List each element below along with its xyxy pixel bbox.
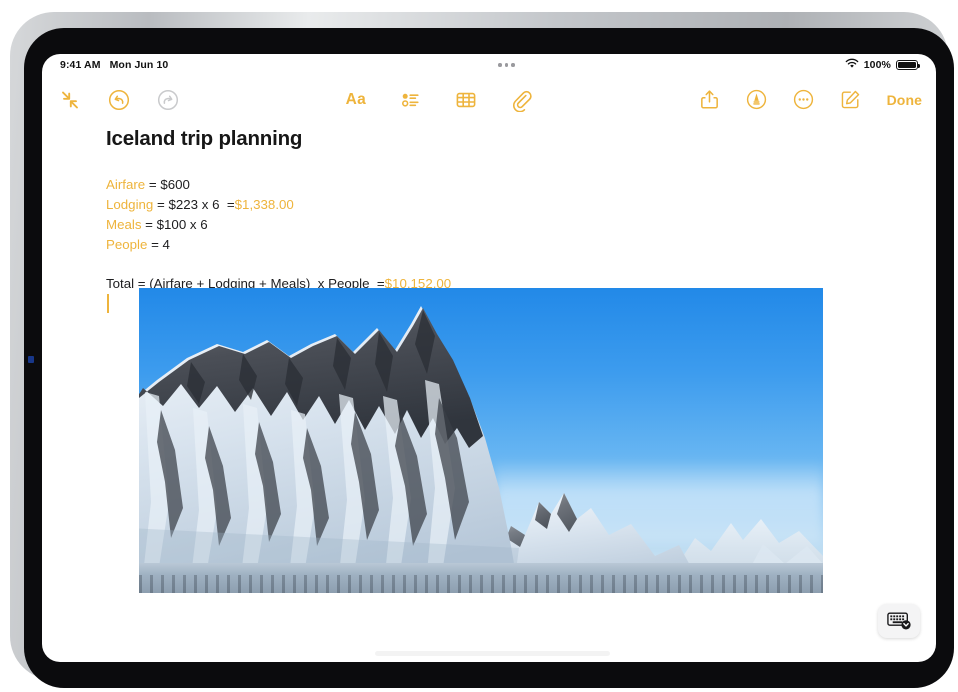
toolbar-left-group [56,86,181,113]
calc-var-name: Airfare [106,177,146,192]
status-bar-right: 100% [845,58,921,72]
ipad-screen: 9:41 AM Mon Jun 10 100% Aa Done Iceland … [42,54,936,662]
status-time: 9:41 AM [60,59,101,71]
calc-line-people[interactable]: People = 4 [106,235,872,255]
toolbar-center-group: Aa [181,86,696,113]
ipad-device-frame: 9:41 AM Mon Jun 10 100% Aa Done Iceland … [10,12,954,688]
toolbar-right-group: Done [696,86,922,113]
calc-line-lodging[interactable]: Lodging = $223 x 6 =$1,338.00 [106,195,872,215]
markup-pen-icon[interactable] [743,86,770,113]
status-bar: 9:41 AM Mon Jun 10 100% [42,54,936,76]
more-ellipsis-icon[interactable] [790,86,817,113]
calc-var-name: People [106,237,148,252]
keyboard-dismiss-icon[interactable] [878,604,920,638]
checklist-icon[interactable] [397,86,424,113]
photo-foreground-rocks [139,574,823,593]
collapse-icon[interactable] [56,86,83,113]
calc-var-name: Meals [106,217,142,232]
bezel-artifact-mark [28,356,34,363]
redo-icon [154,86,181,113]
calc-expression: = $223 x 6 = [153,197,235,212]
share-icon[interactable] [696,86,723,113]
calc-expression: = $100 x 6 [141,217,208,232]
done-button[interactable]: Done [884,92,922,108]
note-photo-attachment[interactable] [139,288,823,593]
undo-icon[interactable] [105,86,132,113]
home-indicator[interactable] [375,651,610,656]
note-title[interactable]: Iceland trip planning [106,127,872,151]
calc-var-name: Lodging [106,197,154,212]
format-text-label: Aa [345,90,366,108]
calc-result: $1,338.00 [234,197,294,212]
table-icon[interactable] [452,86,479,113]
battery-percent-label: 100% [863,59,891,71]
calc-line-meals[interactable]: Meals = $100 x 6 [106,215,872,235]
photo-canvas [139,288,823,593]
battery-full-icon [896,59,921,71]
format-text-icon[interactable]: Aa [342,86,369,113]
text-cursor [107,294,109,313]
notes-toolbar: Aa Done [42,76,936,123]
calculation-block[interactable]: Airfare = $600 Lodging = $223 x 6 =$1,33… [106,175,872,255]
status-bar-left: 9:41 AM Mon Jun 10 [60,59,168,71]
multitasking-dots-icon[interactable] [498,63,515,67]
calc-line-airfare[interactable]: Airfare = $600 [106,175,872,195]
calc-expression: = 4 [147,237,170,252]
status-bar-center [168,63,844,67]
compose-icon[interactable] [837,86,864,113]
status-date: Mon Jun 10 [109,59,169,71]
calc-expression: = $600 [145,177,190,192]
attachment-paperclip-icon[interactable] [507,86,534,113]
wifi-icon [845,58,859,72]
photo-mountain-range [139,306,823,593]
